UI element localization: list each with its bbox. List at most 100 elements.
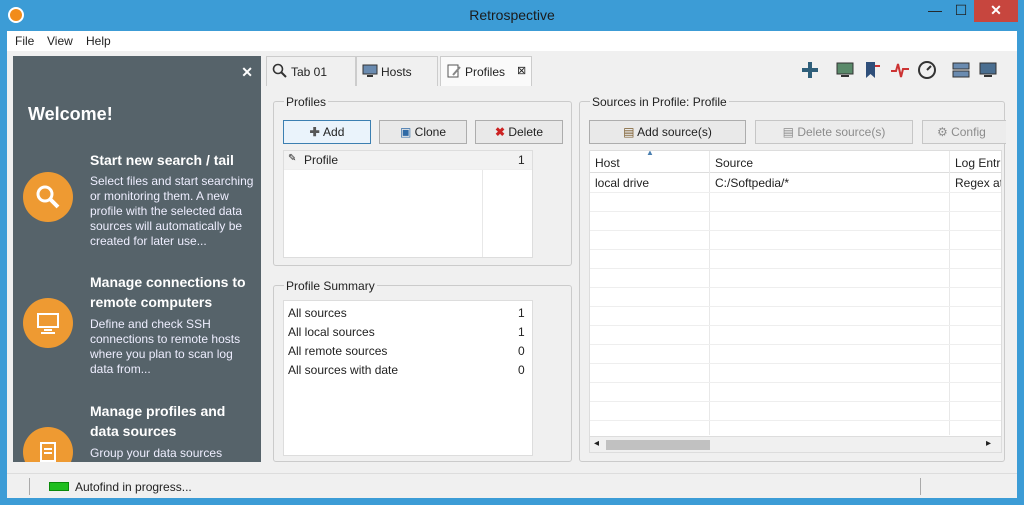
sources-panel: Sources in Profile: Profile ▤ Add source… [579, 95, 1006, 462]
scrollbar-thumb[interactable] [606, 440, 710, 450]
welcome-heading: Welcome! [28, 104, 113, 124]
button-label: Add source(s) [637, 125, 712, 139]
window-title: Retrospective [469, 7, 555, 23]
summary-list: All sources 1 All local sources 1 All remo… [283, 300, 533, 456]
pulse-icon[interactable] [890, 60, 910, 80]
horizontal-scrollbar[interactable]: ◂ ▸ [590, 436, 1001, 452]
delete-icon: ✖ [494, 125, 509, 139]
profiles-list[interactable]: ✎ Profile 1 [283, 150, 533, 258]
status-text: Autofind in progress... [75, 480, 192, 494]
table-row [590, 383, 1001, 402]
gauge-icon[interactable] [917, 60, 937, 80]
scroll-left-icon[interactable]: ◂ [594, 438, 599, 449]
plus-icon: ✚ [309, 125, 324, 139]
welcome-close-icon[interactable]: ✕ [241, 64, 253, 81]
table-row [590, 364, 1001, 383]
clone-profile-button[interactable]: ▣ Clone [379, 120, 467, 144]
summary-value: 0 [518, 363, 525, 377]
main-window: File View Help ✕ Welcome! Start new sear… [7, 31, 1017, 498]
progress-indicator [49, 482, 69, 491]
summary-label: All sources with date [288, 363, 399, 377]
summary-row: All remote sources 0 [284, 342, 532, 361]
summary-row: All local sources 1 [284, 323, 532, 342]
config-button[interactable]: ⚙ Config [922, 120, 1006, 144]
clone-icon: ▣ [399, 125, 415, 139]
close-tab-icon[interactable]: ⊠ [517, 64, 526, 77]
section-text: Group your data sources [90, 446, 223, 460]
profiles-panel: Profiles ✚ Add ▣ Clone ✖ Delete ✎ Profil… [273, 95, 572, 266]
profile-icon [447, 64, 461, 78]
table-row [590, 345, 1001, 364]
table-row [590, 193, 1001, 212]
search-icon [23, 172, 73, 222]
table-row [590, 250, 1001, 269]
section-title: Manage connections to remote computers [90, 274, 246, 310]
panel-title: Profile Summary [284, 279, 377, 293]
summary-label: All sources [288, 306, 347, 320]
table-row [590, 231, 1001, 250]
button-label: Delete [508, 125, 544, 139]
cell-log-entry: Regex at [955, 176, 1002, 190]
add-source-button[interactable]: ▤ Add source(s) [589, 120, 746, 144]
tab-label: Profiles [465, 65, 506, 79]
title-bar: Retrospective — ☐ ✕ [0, 0, 1024, 31]
add-source-icon: ▤ [623, 125, 638, 139]
summary-label: All local sources [288, 325, 375, 339]
sort-ascending-icon: ▲ [646, 150, 654, 157]
tab-hosts[interactable]: Hosts [356, 56, 438, 86]
scroll-right-icon[interactable]: ▸ [986, 438, 991, 449]
table-row[interactable]: local drive C:/Softpedia/* Regex at [590, 174, 1001, 193]
menu-file[interactable]: File [15, 34, 34, 48]
button-label: Delete source(s) [797, 125, 886, 139]
section-text: Select files and start searching or moni… [90, 174, 254, 248]
add-icon[interactable] [800, 60, 820, 80]
section-text: Define and check SSH connections to remo… [90, 317, 241, 376]
delete-profile-button[interactable]: ✖ Delete [475, 120, 563, 144]
welcome-panel: ✕ Welcome! Start new search / tail Selec… [13, 56, 261, 462]
close-window-button[interactable]: ✕ [974, 0, 1018, 22]
section-title: Start new search / tail [90, 152, 234, 168]
monitor-icon[interactable] [978, 60, 998, 80]
maximize-button[interactable]: ☐ [948, 0, 974, 22]
menu-help[interactable]: Help [86, 34, 111, 48]
profile-icon: ✎ [288, 153, 297, 164]
summary-value: 0 [518, 344, 525, 358]
config-icon: ⚙ [937, 125, 952, 139]
table-header: Host ▲ Source Log Entr [590, 151, 1001, 173]
computer-icon [23, 298, 73, 348]
summary-label: All remote sources [288, 344, 388, 358]
table-row [590, 212, 1001, 231]
cell-source: C:/Softpedia/* [715, 176, 790, 190]
menu-bar: File View Help [7, 31, 1017, 51]
menu-view[interactable]: View [47, 34, 73, 48]
search-icon [272, 63, 287, 78]
tab-tab01[interactable]: Tab 01 [266, 56, 356, 86]
tab-profiles[interactable]: Profiles ⊠ [440, 56, 532, 86]
profile-count: 1 [518, 153, 525, 167]
table-row [590, 307, 1001, 326]
column-header-log-entry[interactable]: Log Entr [955, 156, 1000, 170]
panel-title: Profiles [284, 95, 329, 109]
column-header-host[interactable]: Host [595, 156, 620, 170]
cell-host: local drive [595, 176, 650, 190]
button-label: Config [951, 125, 986, 139]
delete-source-icon: ▤ [782, 125, 798, 139]
table-row [590, 326, 1001, 345]
layout-icon[interactable] [951, 60, 971, 80]
hosts-icon[interactable] [835, 60, 855, 80]
bookmark-icon[interactable] [862, 60, 882, 80]
minimize-button[interactable]: — [922, 0, 948, 22]
delete-source-button[interactable]: ▤ Delete source(s) [755, 120, 913, 144]
status-bar: Autofind in progress... [7, 473, 1017, 498]
profile-name: Profile [304, 153, 339, 167]
summary-row: All sources with date 0 [284, 361, 532, 380]
sources-table[interactable]: Host ▲ Source Log Entr local drive C:/So… [589, 150, 1002, 453]
column-header-source[interactable]: Source [715, 156, 753, 170]
divider [29, 478, 30, 495]
list-item[interactable]: ✎ Profile 1 [284, 151, 532, 170]
tab-label: Hosts [381, 65, 412, 79]
profile-icon [23, 427, 73, 462]
tab-bar: Tab 01 Hosts Profiles ⊠ [266, 56, 1016, 86]
summary-value: 1 [518, 325, 525, 339]
add-profile-button[interactable]: ✚ Add [283, 120, 371, 144]
